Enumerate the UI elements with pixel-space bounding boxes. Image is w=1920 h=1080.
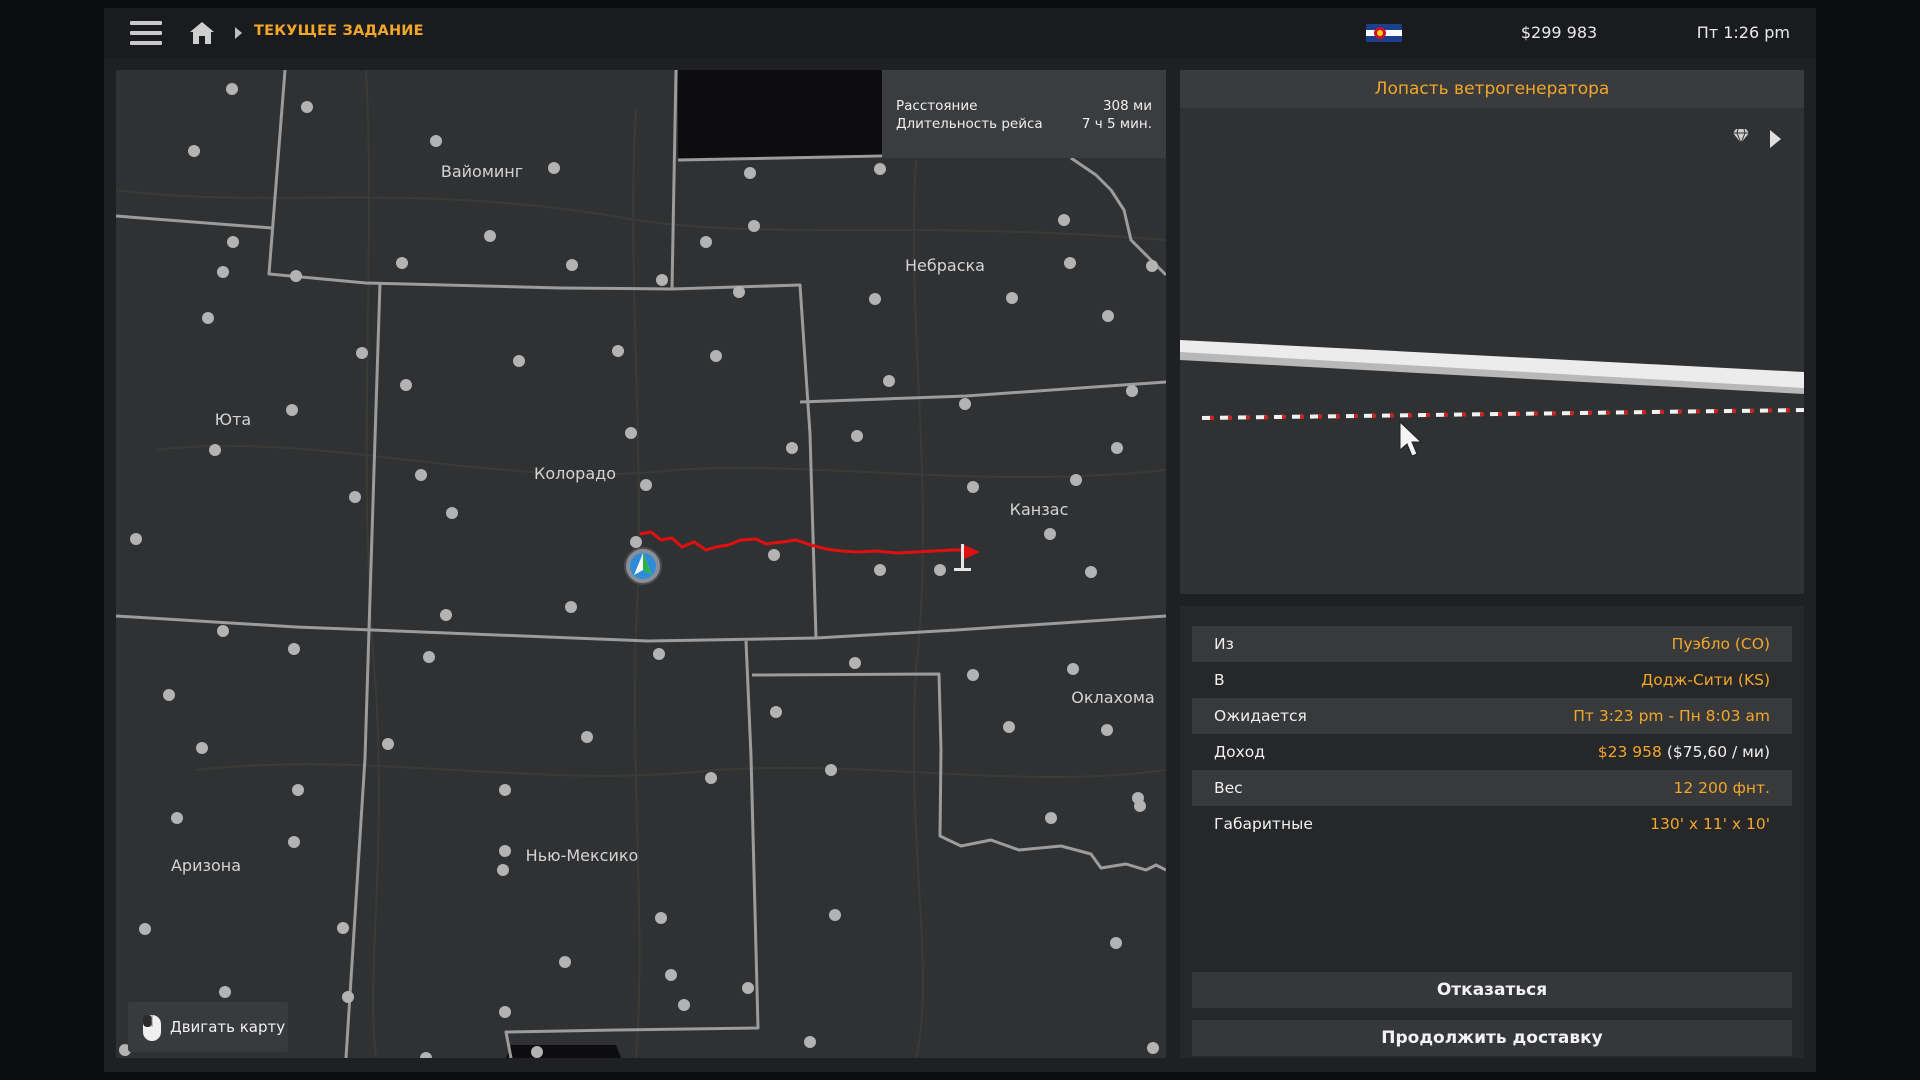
- detail-row-from: Из Пуэбло (CO): [1192, 626, 1792, 662]
- from-value: Пуэбло (CO): [1671, 635, 1770, 653]
- duration-row: Длительность рейса 7 ч 5 мин.: [896, 116, 1152, 132]
- state-label-new-mexico: Нью-Мексико: [525, 846, 639, 865]
- route-info-panel: Расстояние 308 ми Длительность рейса 7 ч…: [882, 70, 1166, 158]
- duration-label: Длительность рейса: [896, 116, 1043, 132]
- income-value-group: $23 958 ($75,60 / ми): [1598, 743, 1770, 761]
- state-label-oklahoma: Оклахома: [1071, 688, 1155, 707]
- move-map-label: Двигать карту: [170, 1018, 286, 1036]
- game-time: Пт 1:26 pm: [1696, 23, 1790, 42]
- menu-icon[interactable]: [130, 21, 162, 45]
- breadcrumb[interactable]: ТЕКУЩЕЕ ЗАДАНИЕ: [254, 23, 424, 39]
- state-label-colorado: Колорадо: [534, 464, 616, 483]
- state-label-nebraska: Небраска: [905, 256, 985, 275]
- distance-row: Расстояние 308 ми: [896, 98, 1152, 114]
- map-canvas[interactable]: [116, 70, 1166, 1058]
- expected-label: Ожидается: [1214, 707, 1307, 725]
- chevron-right-icon: [235, 27, 242, 39]
- detail-row-income: Доход $23 958 ($75,60 / ми): [1192, 734, 1792, 770]
- cargo-title: Лопасть ветрогенератора: [1180, 70, 1804, 108]
- wind-turbine-blade-render: [1180, 340, 1804, 457]
- top-bar: ТЕКУЩЕЕ ЗАДАНИЕ $299 983 Пт 1:26 pm: [104, 8, 1816, 58]
- destination-flag-icon: [954, 544, 980, 571]
- weight-label: Вес: [1214, 779, 1243, 797]
- state-label-wyoming: Вайоминг: [440, 162, 524, 181]
- delivery-route: [639, 530, 966, 555]
- gem-icon[interactable]: [1732, 128, 1750, 144]
- detail-row-expected: Ожидается Пт 3:23 pm - Пн 8:03 am: [1192, 698, 1792, 734]
- to-value: Додж-Сити (KS): [1641, 671, 1770, 689]
- truck-position-icon: [624, 547, 662, 585]
- to-label: В: [1214, 671, 1225, 689]
- state-label-arizona: Аризона: [170, 856, 242, 875]
- duration-value: 7 ч 5 мин.: [1081, 116, 1152, 132]
- income-value: $23 958: [1597, 743, 1662, 761]
- detail-row-to: В Додж-Сити (KS): [1192, 662, 1792, 698]
- distance-value: 308 ми: [1102, 98, 1152, 114]
- dimensions-value: 130' x 11' x 10': [1650, 815, 1770, 833]
- cargo-preview[interactable]: Лопасть ветрогенератора: [1180, 70, 1804, 594]
- income-rate: ($75,60 / ми): [1666, 743, 1770, 761]
- route-map[interactable]: Вайоминг Небраска Юта Колорадо Канзас Ок…: [116, 70, 1166, 1058]
- job-screen: ТЕКУЩЕЕ ЗАДАНИЕ $299 983 Пт 1:26 pm Вайо…: [104, 8, 1816, 1072]
- state-label-kansas: Канзас: [1009, 500, 1069, 519]
- play-icon[interactable]: [1770, 130, 1781, 148]
- dimensions-label: Габаритные: [1214, 815, 1313, 833]
- money-balance: $299 983: [1520, 23, 1598, 42]
- decline-button[interactable]: Отказаться: [1192, 972, 1792, 1008]
- mouse-icon: [143, 1015, 161, 1041]
- distance-label: Расстояние: [896, 98, 978, 114]
- state-label-utah: Юта: [214, 410, 252, 429]
- detail-row-dimensions: Габаритные 130' x 11' x 10': [1192, 806, 1792, 842]
- job-details: Из Пуэбло (CO) В Додж-Сити (KS) Ожидаетс…: [1180, 606, 1804, 1058]
- move-map-hint[interactable]: Двигать карту: [128, 1002, 288, 1052]
- continue-delivery-button[interactable]: Продолжить доставку: [1192, 1020, 1792, 1056]
- detail-row-weight: Вес 12 200 фнт.: [1192, 770, 1792, 806]
- from-label: Из: [1214, 635, 1234, 653]
- income-label: Доход: [1214, 743, 1265, 761]
- weight-value: 12 200 фнт.: [1673, 779, 1770, 797]
- expected-value: Пт 3:23 pm - Пн 8:03 am: [1573, 707, 1770, 725]
- home-icon[interactable]: [188, 20, 216, 46]
- colorado-flag-icon: [1366, 24, 1402, 42]
